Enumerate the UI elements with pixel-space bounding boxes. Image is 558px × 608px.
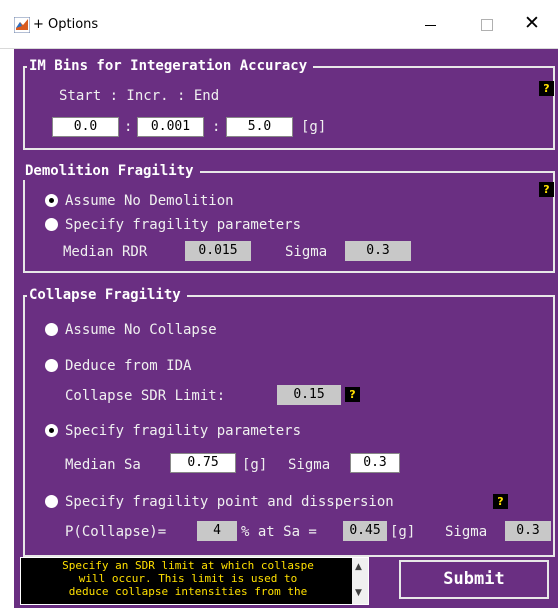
- im-bins-header: Start : Incr. : End: [59, 88, 220, 104]
- median-sa-unit: [g]: [242, 457, 268, 473]
- im-bins-panel: IM Bins for Integeration Accuracy Start …: [23, 57, 555, 150]
- close-icon: ✕: [524, 12, 540, 34]
- label-no-collapse: Assume No Collapse: [65, 322, 217, 338]
- radio-demolition-specify[interactable]: [45, 218, 58, 231]
- im-bins-title: IM Bins for Integeration Accuracy: [27, 57, 314, 75]
- label-collapse-specify: Specify fragility parameters: [65, 423, 302, 439]
- minimize-icon: [425, 25, 436, 26]
- close-button[interactable]: ✕: [512, 8, 558, 40]
- radio-collapse-specify[interactable]: [45, 424, 58, 437]
- scroll-down-icon[interactable]: ▼: [355, 588, 362, 598]
- im-bins-help-icon[interactable]: ?: [539, 81, 554, 96]
- start-input[interactable]: 0.0: [52, 117, 119, 137]
- radio-fragility-point[interactable]: [45, 495, 58, 508]
- matlab-app-icon: [14, 17, 30, 33]
- title-bar: + Options ✕: [0, 0, 558, 49]
- radio-no-collapse[interactable]: [45, 323, 58, 336]
- submit-button[interactable]: Submit: [399, 560, 549, 599]
- help-message-box[interactable]: Specify an SDR limit at which collaspe w…: [20, 557, 369, 605]
- collapse-fragility-panel: Collapse Fragility Assume No Collapse De…: [23, 286, 555, 557]
- collapse-sdr-label: Collapse SDR Limit:: [65, 388, 226, 404]
- separator-2: :: [212, 119, 221, 135]
- im-unit-label: [g]: [301, 119, 327, 135]
- demolition-sigma-label: Sigma: [285, 244, 328, 260]
- demolition-title: Demolition Fragility: [23, 162, 200, 180]
- sa-point-input[interactable]: 0.45: [343, 521, 387, 541]
- label-deduce-ida: Deduce from IDA: [65, 358, 192, 374]
- sa-at-label: % at Sa =: [241, 524, 317, 540]
- demolition-help-icon[interactable]: ?: [539, 182, 554, 197]
- label-fragility-point: Specify fragility point and disspersion: [65, 494, 394, 510]
- radio-deduce-ida[interactable]: [45, 359, 58, 372]
- median-rdr-input[interactable]: 0.015: [185, 241, 251, 261]
- median-sa-input[interactable]: 0.75: [170, 453, 236, 473]
- median-sa-label: Median Sa: [65, 457, 141, 473]
- label-no-demolition: Assume No Demolition: [65, 193, 234, 209]
- p-collapse-input[interactable]: 4: [197, 521, 237, 541]
- demolition-sigma-input[interactable]: 0.3: [345, 241, 411, 261]
- maximize-icon: [481, 19, 493, 31]
- separator-1: :: [124, 119, 133, 135]
- radio-no-demolition[interactable]: [45, 194, 58, 207]
- minimize-button[interactable]: [408, 8, 454, 40]
- median-rdr-label: Median RDR: [63, 244, 148, 260]
- point-sigma-label: Sigma: [445, 524, 488, 540]
- end-input[interactable]: 5.0: [226, 117, 293, 137]
- fragility-point-help-icon[interactable]: ?: [493, 494, 508, 509]
- point-sigma-input[interactable]: 0.3: [505, 521, 551, 541]
- p-collapse-label: P(Collapse)=: [65, 524, 167, 540]
- window-title: + Options: [33, 17, 99, 32]
- collapse-sigma-label: Sigma: [288, 457, 331, 473]
- demolition-fragility-panel: Demolition Fragility ? Assume No Demolit…: [23, 162, 555, 273]
- maximize-button[interactable]: [464, 8, 510, 40]
- scroll-up-icon[interactable]: ▲: [355, 562, 362, 572]
- collapse-sigma-input[interactable]: 0.3: [350, 453, 400, 473]
- increment-input[interactable]: 0.001: [137, 117, 204, 137]
- label-demolition-specify: Specify fragility parameters: [65, 217, 302, 233]
- help-message-text: Specify an SDR limit at which collaspe w…: [62, 559, 314, 598]
- collapse-sdr-help-icon[interactable]: ?: [345, 387, 360, 402]
- message-scrollbar[interactable]: ▲ ▼: [352, 558, 368, 604]
- sa-point-unit: [g]: [390, 524, 416, 540]
- collapse-sdr-input[interactable]: 0.15: [277, 385, 341, 405]
- collapse-title: Collapse Fragility: [27, 286, 187, 304]
